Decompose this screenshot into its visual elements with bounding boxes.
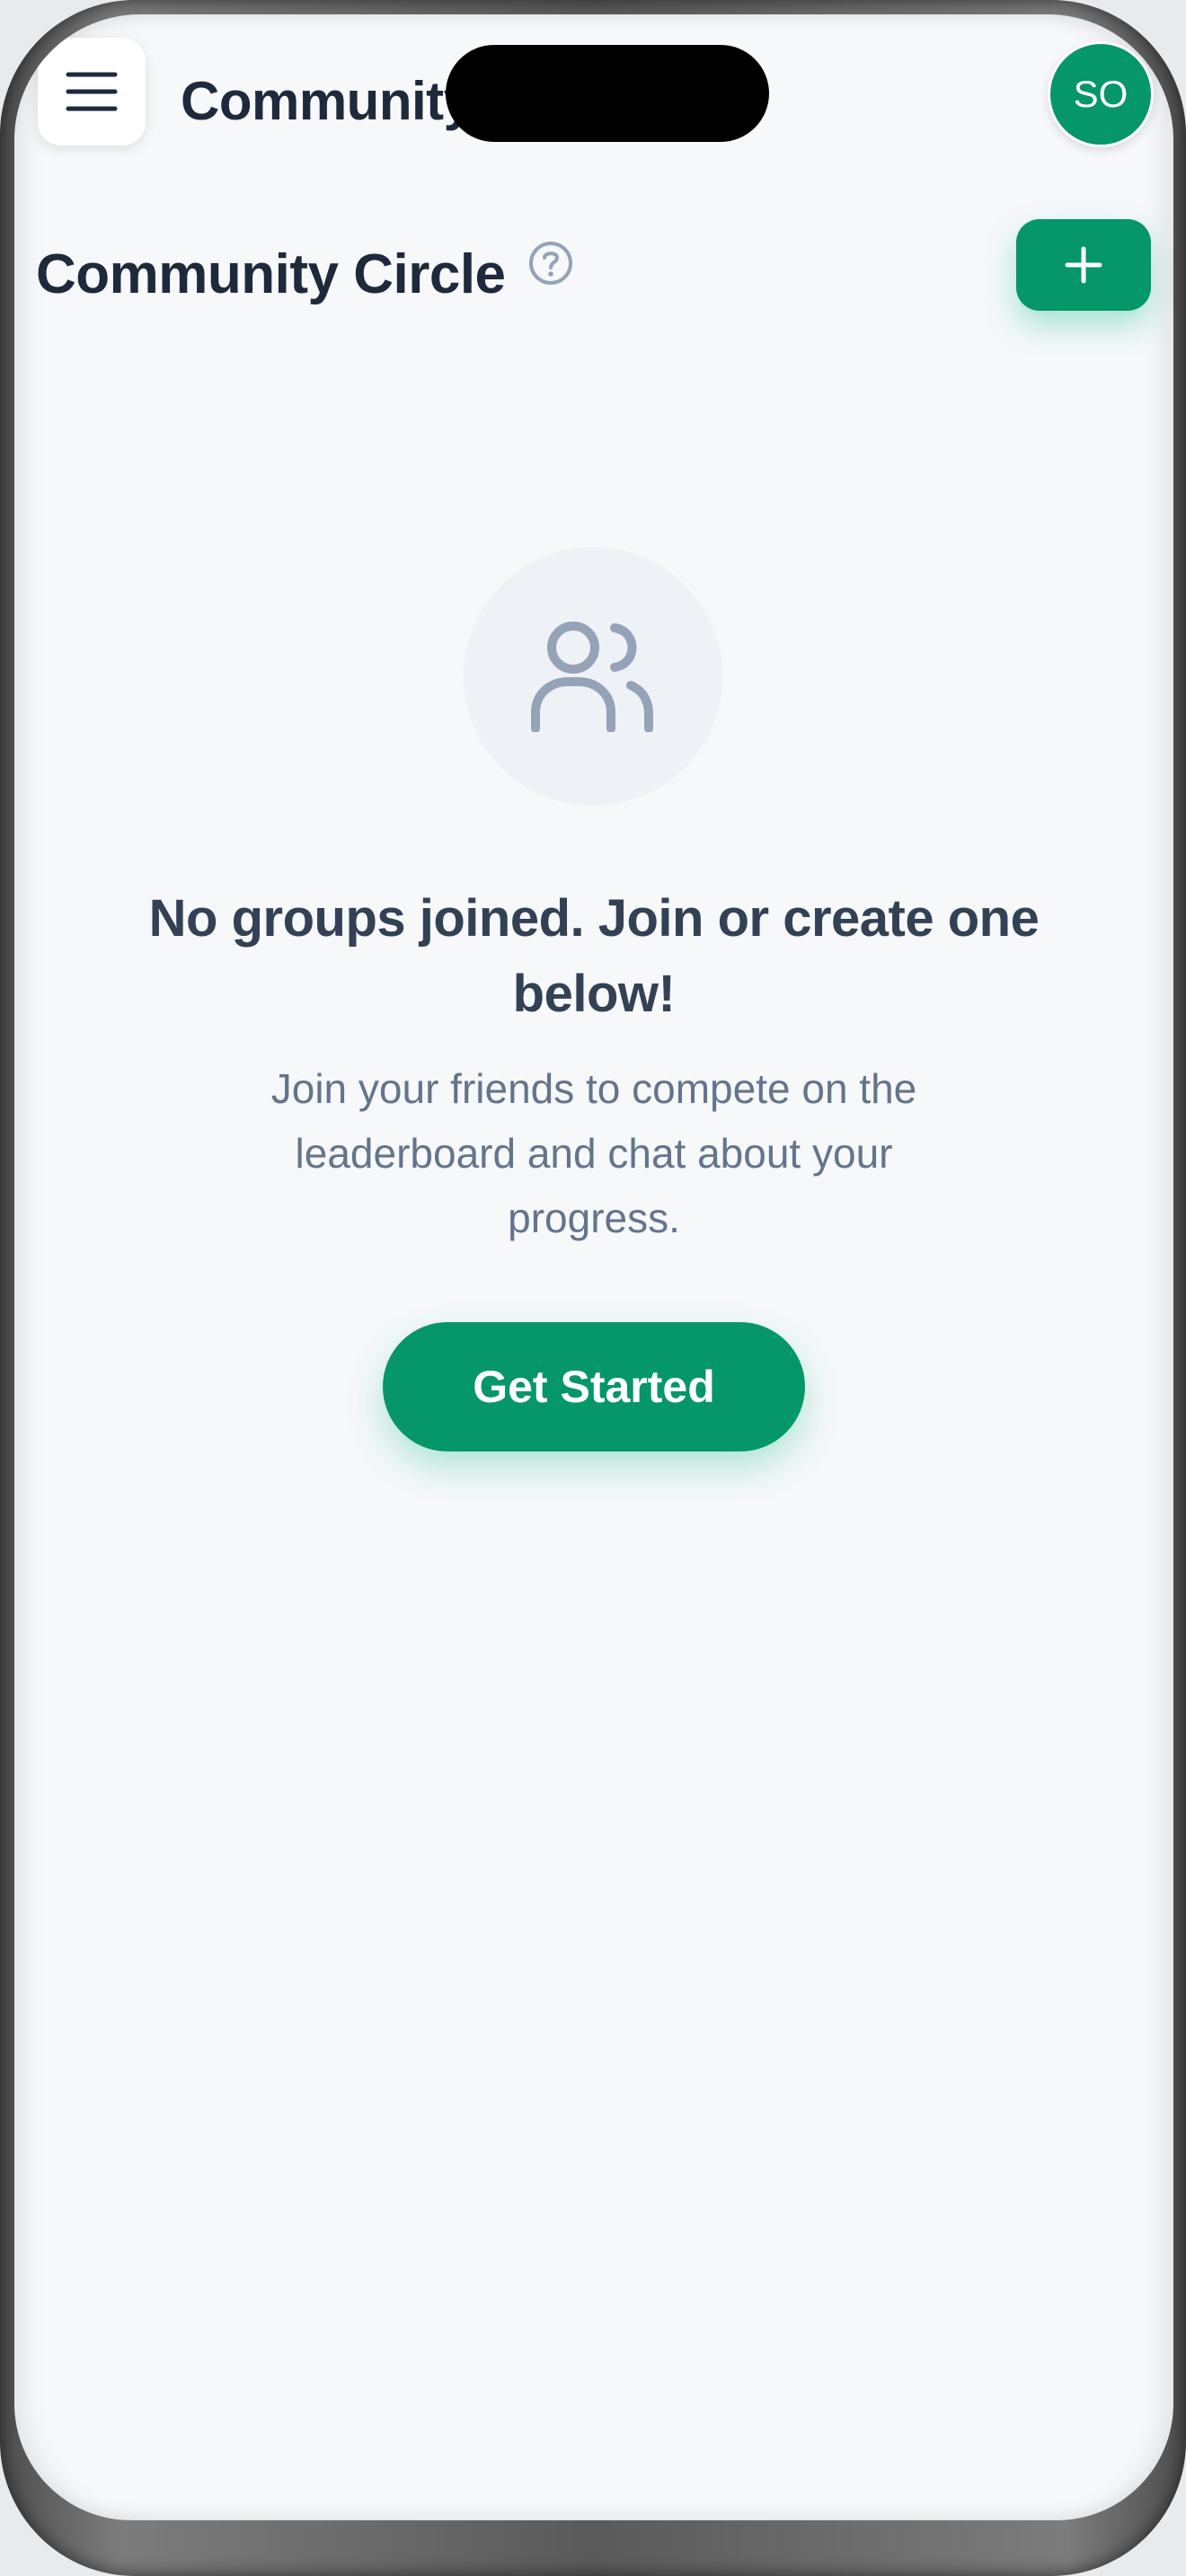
get-started-button[interactable]: Get Started: [383, 1322, 805, 1451]
dynamic-island: [446, 45, 769, 142]
app-screen: Community Circle SO Community Circle No …: [14, 14, 1173, 2520]
page-title: Community Circle: [36, 243, 506, 305]
empty-state-illustration: [464, 547, 722, 806]
empty-state-title: No groups joined. Join or create one bel…: [148, 889, 1040, 1023]
phone-frame: Community Circle SO Community Circle No …: [0, 0, 1186, 2576]
question-circle-icon[interactable]: [527, 240, 574, 287]
user-avatar[interactable]: SO: [1048, 41, 1154, 147]
users-icon: [531, 622, 653, 732]
hamburger-menu-icon: [66, 72, 118, 111]
empty-state-description: Join your friends to compete on the lead…: [270, 1065, 917, 1241]
plus-icon: [1065, 246, 1102, 284]
menu-button[interactable]: [38, 38, 146, 146]
create-group-button[interactable]: [1016, 219, 1151, 311]
